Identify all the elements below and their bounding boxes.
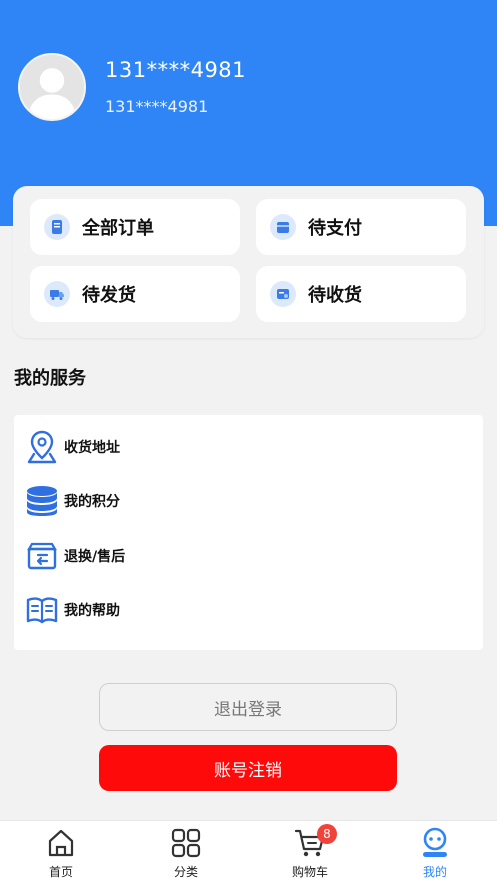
- location-pin-icon: [24, 429, 60, 465]
- pending-payment-button[interactable]: 待支付: [256, 199, 466, 255]
- service-label-points: 我的积分: [64, 494, 120, 510]
- all-orders-icon: [44, 214, 70, 240]
- tab-profile[interactable]: 我的: [390, 827, 480, 883]
- pending-receipt-label: 待收货: [308, 285, 362, 306]
- pending-receipt-icon: [270, 281, 296, 307]
- avatar[interactable]: [18, 53, 86, 121]
- tab-label-profile: 我的: [422, 865, 447, 879]
- user-phone: 131****4981: [105, 97, 209, 116]
- coin-stack-icon: [24, 483, 60, 519]
- cart-badge: 8: [317, 824, 337, 844]
- grid-icon: [170, 827, 202, 859]
- all-orders-label: 全部订单: [82, 218, 154, 239]
- pending-shipment-button[interactable]: 待发货: [30, 266, 240, 322]
- book-icon: [24, 592, 60, 628]
- pending-receipt-button[interactable]: 待收货: [256, 266, 466, 322]
- cancel-account-button[interactable]: 账号注销: [99, 745, 397, 791]
- tab-label-home: 首页: [48, 865, 73, 879]
- profile-icon: [419, 827, 451, 859]
- tab-label-category: 分类: [173, 865, 198, 879]
- service-label-returns: 退换/售后: [64, 549, 126, 565]
- tab-cart[interactable]: 8 购物车: [265, 824, 355, 883]
- pending-payment-icon: [270, 214, 296, 240]
- service-label-help: 我的帮助: [64, 603, 120, 619]
- service-item-points[interactable]: 我的积分: [24, 481, 120, 521]
- service-item-address[interactable]: 收货地址: [24, 427, 120, 467]
- order-status-card: 全部订单 待支付 待发货 待收货: [13, 186, 484, 338]
- service-item-help[interactable]: 我的帮助: [24, 590, 120, 630]
- all-orders-button[interactable]: 全部订单: [30, 199, 240, 255]
- services-list: 收货地址 我的积分 退换/售后 我的帮助: [14, 415, 483, 650]
- service-item-returns[interactable]: 退换/售后: [24, 536, 125, 576]
- logout-button[interactable]: 退出登录: [99, 683, 397, 731]
- tab-home[interactable]: 首页: [16, 827, 106, 883]
- pending-shipment-icon: [44, 281, 70, 307]
- services-title: 我的服务: [14, 368, 86, 389]
- tab-label-cart: 购物车: [291, 865, 328, 879]
- tab-category[interactable]: 分类: [141, 827, 231, 883]
- return-box-icon: [24, 538, 60, 574]
- service-label-address: 收货地址: [64, 440, 120, 456]
- pending-shipment-label: 待发货: [82, 285, 136, 306]
- pending-payment-label: 待支付: [308, 218, 362, 239]
- bottom-tab-bar: 首页 分类 8 购物车 我的: [0, 820, 497, 883]
- home-icon: [45, 827, 77, 859]
- avatar-placeholder-icon: [20, 55, 84, 119]
- user-name: 131****4981: [105, 58, 247, 82]
